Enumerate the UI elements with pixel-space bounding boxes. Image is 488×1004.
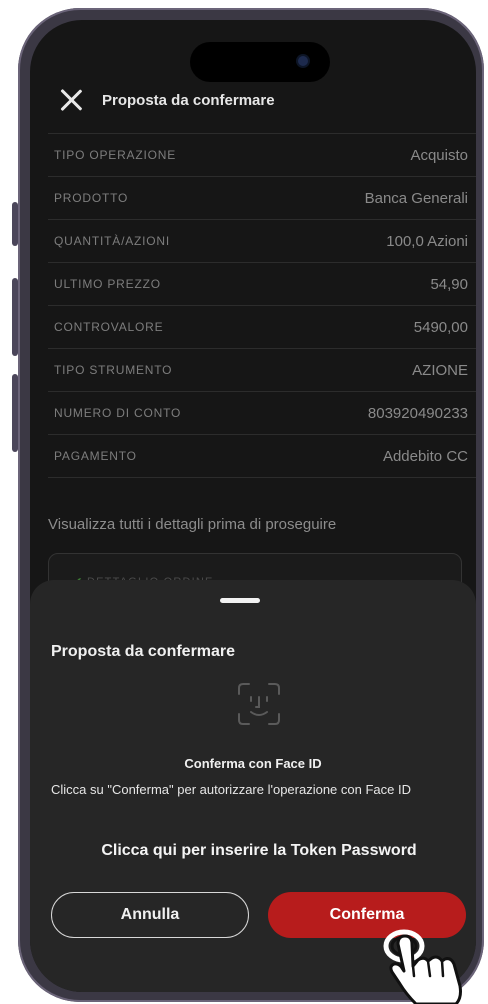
summary-row: NUMERO DI CONTO 803920490233 [48, 391, 476, 434]
faceid-title: Conferma con Face ID [184, 756, 322, 771]
side-button-volume-up [12, 278, 18, 356]
side-button-action [12, 202, 18, 246]
sheet-title: Proposta da confermare [51, 643, 236, 660]
dynamic-island [190, 42, 330, 82]
row-label: QUANTITÀ/AZIONI [54, 234, 171, 248]
hand-pointer-icon [383, 929, 462, 1004]
row-value: 803920490233 [367, 404, 468, 422]
row-value: Addebito CC [382, 447, 468, 465]
row-label: NUMERO DI CONTO [54, 406, 182, 420]
row-label: PRODOTTO [54, 191, 129, 205]
summary-row: PRODOTTO Banca Generali [48, 176, 476, 219]
token-password-link[interactable]: Clicca qui per inserire la Token Passwor… [30, 842, 476, 860]
side-button-volume-down [12, 374, 18, 452]
row-value: Acquisto [410, 146, 468, 164]
row-value: 54,90 [430, 275, 468, 293]
details-hint: Visualizza tutti i dettagli prima di pro… [48, 516, 337, 533]
row-value: AZIONE [412, 361, 468, 379]
order-summary: TIPO OPERAZIONE Acquisto PRODOTTO Banca Ge… [48, 133, 476, 478]
summary-row: CONTROVALORE 5490,00 [48, 305, 476, 348]
summary-row: PAGAMENTO Addebito CC [48, 434, 476, 478]
row-value: 5490,00 [413, 318, 468, 336]
page-title: Proposta da confermare [102, 91, 275, 109]
summary-row: QUANTITÀ/AZIONI 100,0 Azioni [48, 219, 476, 262]
row-label: TIPO STRUMENTO [54, 363, 173, 377]
close-icon[interactable] [58, 87, 84, 113]
camera-icon [298, 56, 308, 66]
row-label: CONTROVALORE [54, 320, 164, 334]
row-label: ULTIMO PREZZO [54, 277, 161, 291]
face-id-icon [238, 683, 280, 725]
cancel-button[interactable]: Annulla [51, 892, 249, 938]
row-value: Banca Generali [364, 189, 468, 207]
faceid-description: Clicca su "Conferma" per autorizzare l'o… [51, 782, 411, 797]
screen: Proposta da confermare TIPO OPERAZIONE Ac… [30, 20, 476, 992]
row-label: TIPO OPERAZIONE [54, 148, 177, 162]
header: Proposta da confermare [58, 80, 275, 120]
summary-row: TIPO OPERAZIONE Acquisto [48, 133, 476, 176]
summary-row: ULTIMO PREZZO 54,90 [48, 262, 476, 305]
row-label: PAGAMENTO [54, 449, 137, 463]
row-value: 100,0 Azioni [386, 232, 468, 250]
sheet-handle[interactable] [220, 598, 260, 603]
summary-row: TIPO STRUMENTO AZIONE [48, 348, 476, 391]
